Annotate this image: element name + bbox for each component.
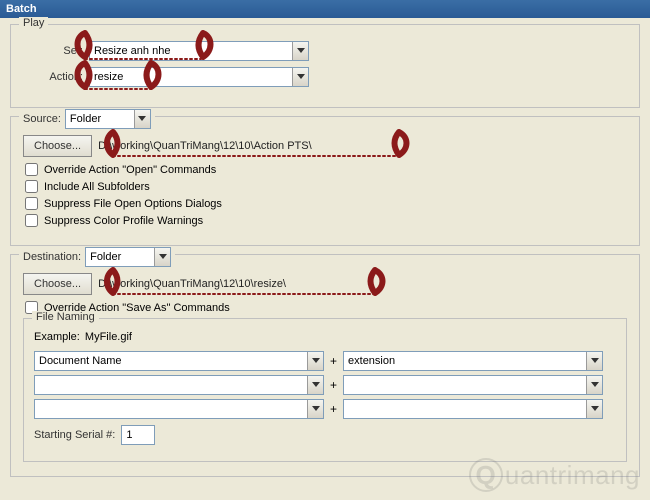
suppress-color-label: Suppress Color Profile Warnings xyxy=(44,215,203,227)
plus-label: + xyxy=(330,378,337,392)
source-legend: Source: Folder xyxy=(19,109,155,129)
example-value: MyFile.gif xyxy=(85,331,132,343)
action-label: Action: xyxy=(23,71,83,83)
source-type-select[interactable]: Folder xyxy=(65,109,151,129)
source-choose-button[interactable]: Choose... xyxy=(23,135,92,157)
watermark-icon: Q xyxy=(469,458,503,492)
play-group: Play Set: Resize anh nhe Action: resize xyxy=(10,24,640,108)
naming-field-1a[interactable]: Document Name xyxy=(34,351,324,371)
plus-label: + xyxy=(330,354,337,368)
action-select[interactable]: resize xyxy=(89,67,309,87)
override-open-checkbox[interactable] xyxy=(25,163,38,176)
play-legend: Play xyxy=(19,17,48,29)
example-label: Example: xyxy=(34,331,80,343)
window-titlebar: Batch xyxy=(0,0,650,18)
destination-legend: Destination: Folder xyxy=(19,247,175,267)
override-open-label: Override Action "Open" Commands xyxy=(44,164,216,176)
window-title: Batch xyxy=(6,3,37,15)
destination-path: D:\working\QuanTriMang\12\10\resize\ xyxy=(98,278,286,290)
naming-field-2b[interactable] xyxy=(343,375,603,395)
include-subfolders-checkbox[interactable] xyxy=(25,180,38,193)
destination-type-select[interactable]: Folder xyxy=(85,247,171,267)
source-group: Source: Folder Choose... D:\working\Quan… xyxy=(10,116,640,246)
naming-field-3a[interactable] xyxy=(34,399,324,419)
set-select[interactable]: Resize anh nhe xyxy=(89,41,309,61)
destination-choose-button[interactable]: Choose... xyxy=(23,273,92,295)
suppress-open-checkbox[interactable] xyxy=(25,197,38,210)
naming-field-1b[interactable]: extension xyxy=(343,351,603,371)
destination-group: Destination: Folder Choose... D:\working… xyxy=(10,254,640,477)
file-naming-group: File Naming Example: MyFile.gif Document… xyxy=(23,318,627,462)
include-subfolders-label: Include All Subfolders xyxy=(44,181,150,193)
dialog-content: Play Set: Resize anh nhe Action: resize xyxy=(0,18,650,495)
source-path: D:\working\QuanTriMang\12\10\Action PTS\ xyxy=(98,140,312,152)
suppress-color-checkbox[interactable] xyxy=(25,214,38,227)
serial-label: Starting Serial #: xyxy=(34,429,115,441)
naming-field-3b[interactable] xyxy=(343,399,603,419)
naming-field-2a[interactable] xyxy=(34,375,324,395)
source-legend-label: Source: xyxy=(23,113,61,125)
watermark: Q uantrimang xyxy=(469,458,640,492)
plus-label: + xyxy=(330,402,337,416)
set-label: Set: xyxy=(23,45,83,57)
destination-legend-label: Destination: xyxy=(23,251,81,263)
suppress-open-label: Suppress File Open Options Dialogs xyxy=(44,198,222,210)
file-naming-legend: File Naming xyxy=(32,311,99,323)
serial-input[interactable] xyxy=(121,425,155,445)
